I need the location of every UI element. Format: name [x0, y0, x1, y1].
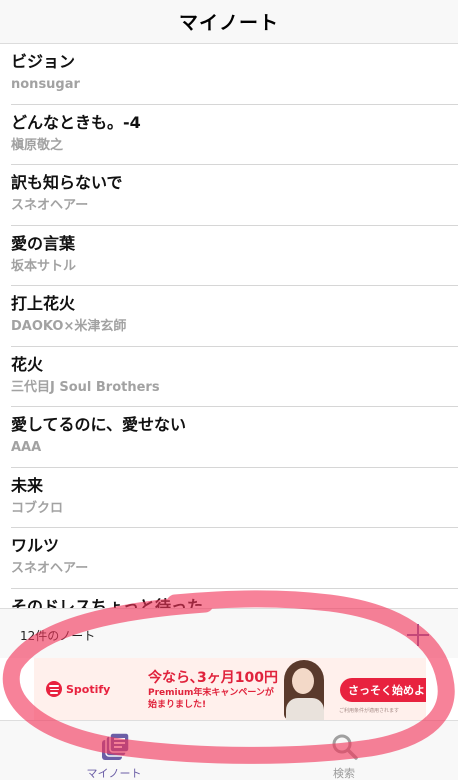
search-icon: [332, 734, 358, 760]
list-footer: 12件のノート: [0, 608, 458, 658]
tab-bar: マイノート 検索: [0, 720, 458, 780]
song-artist: 三代目J Soul Brothers: [11, 379, 160, 395]
note-count: 12件のノート: [20, 629, 96, 643]
song-artist: AAA: [11, 440, 42, 455]
song-artist: コブクロ: [11, 500, 64, 516]
ad-fine-print: ご利用条件が適用されます: [339, 708, 400, 714]
ad-cta-button[interactable]: さっそく始めよう: [340, 678, 426, 702]
song-row[interactable]: 花火 三代目J Soul Brothers: [11, 347, 458, 407]
page-title: マイノート: [178, 12, 279, 34]
spotify-logo: Spotify: [46, 681, 110, 697]
ad-headline: 今なら､3ヶ月100円: [148, 670, 278, 686]
song-row[interactable]: 訳も知らないで スネオヘアー: [11, 165, 458, 226]
navigation-bar: マイノート: [0, 0, 458, 44]
song-title: 花火: [11, 354, 44, 374]
tab-search[interactable]: 検索: [294, 721, 394, 780]
tab-label: 検索: [333, 767, 355, 780]
tab-mynote[interactable]: マイノート: [64, 721, 164, 780]
song-artist: スネオヘアー: [11, 198, 89, 213]
add-note-button[interactable]: [406, 623, 430, 647]
spotify-icon: [46, 681, 62, 697]
song-list[interactable]: ビジョン nonsugar どんなときも。-4 槇原敬之 訳も知らないで スネオ…: [0, 44, 458, 610]
ad-model-image: [274, 658, 334, 720]
song-title: 愛してるのに、愛せない: [11, 415, 187, 434]
song-row[interactable]: そのドレスちょっと待った: [11, 589, 458, 611]
notes-icon: [102, 732, 130, 760]
song-title: 愛の言葉: [11, 233, 76, 253]
song-title: どんなときも。-4: [11, 112, 141, 132]
song-artist: 坂本サトル: [11, 258, 77, 274]
song-artist: DAOKO×米津玄師: [11, 319, 127, 334]
song-row[interactable]: どんなときも。-4 槇原敬之: [11, 105, 458, 165]
song-artist: nonsugar: [11, 77, 80, 92]
song-row[interactable]: 打上花火 DAOKO×米津玄師: [11, 286, 458, 347]
song-title: ワルツ: [11, 536, 60, 555]
song-artist: 槇原敬之: [11, 137, 64, 153]
song-row[interactable]: 未来 コブクロ: [11, 468, 458, 528]
ad-brand: Spotify: [66, 682, 111, 696]
song-row[interactable]: ワルツ スネオヘアー: [11, 528, 458, 589]
ad-subline: Premium年末キャンペーンが: [148, 688, 274, 698]
app-screen: マイノート ビジョン nonsugar どんなときも。-4 槇原敬之 訳も知らな…: [0, 0, 458, 780]
ad-subline: 始まりました!: [148, 700, 207, 710]
song-row[interactable]: 愛の言葉 坂本サトル: [11, 226, 458, 286]
tab-label: マイノート: [86, 767, 142, 780]
song-row[interactable]: 愛してるのに、愛せない AAA: [11, 407, 458, 468]
spotify-ad-banner[interactable]: Spotify 今なら､3ヶ月100円 Premium年末キャンペーンが 始まり…: [34, 658, 426, 720]
song-title: ビジョン: [11, 52, 76, 71]
song-artist: スネオヘアー: [11, 561, 89, 576]
song-title: 未来: [11, 475, 44, 495]
song-row[interactable]: ビジョン nonsugar: [11, 44, 458, 105]
song-title: 打上花火: [11, 294, 76, 313]
song-title: 訳も知らないで: [11, 173, 123, 192]
